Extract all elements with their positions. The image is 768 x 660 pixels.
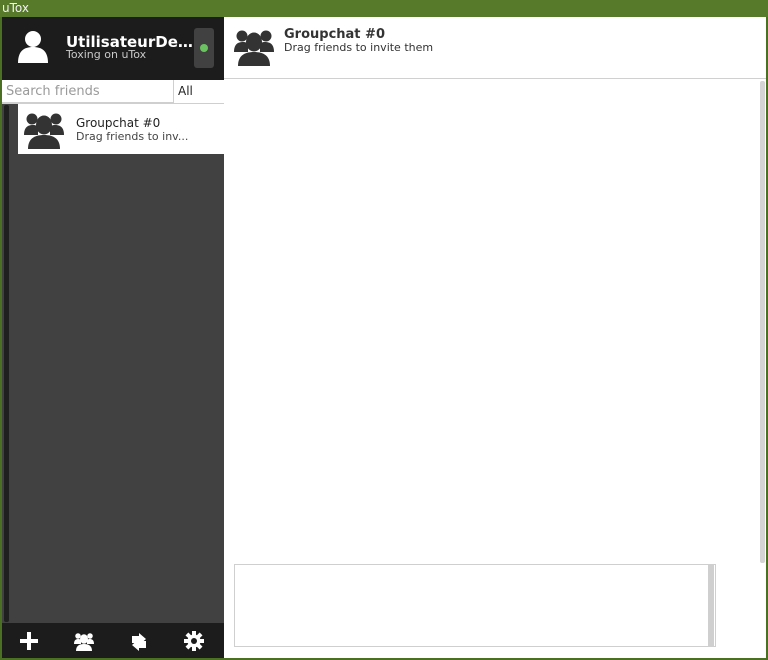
self-profile[interactable]: UtilisateurDeT... Toxing on uTox — [2, 17, 224, 83]
message-scrollbar[interactable] — [760, 81, 765, 563]
friend-list-scrollbar[interactable] — [4, 105, 9, 622]
sidebar: UtilisateurDeT... Toxing on uTox All Gro… — [2, 17, 224, 658]
group-icon — [74, 633, 94, 651]
online-status-icon — [200, 44, 208, 52]
status-button[interactable] — [194, 28, 214, 68]
window-title: uTox — [2, 1, 29, 15]
message-input[interactable] — [234, 564, 716, 647]
message-area[interactable] — [224, 79, 760, 561]
group-icon — [234, 30, 274, 66]
friend-name: Groupchat #0 — [76, 116, 161, 130]
window-titlebar: uTox — [0, 0, 768, 17]
friend-status: Drag friends to inv... — [76, 130, 189, 143]
add-icon — [20, 632, 38, 650]
settings-icon — [184, 631, 204, 651]
friend-list-item-groupchat[interactable]: Groupchat #0 Drag friends to inv... — [18, 104, 224, 154]
search-bar: All — [2, 80, 224, 104]
group-icon — [24, 113, 64, 149]
utox-app: UtilisateurDeT... Toxing on uTox All Gro… — [2, 17, 766, 658]
transfers-button[interactable] — [112, 623, 167, 658]
search-input[interactable] — [2, 80, 174, 103]
chat-title[interactable]: Groupchat #0 — [284, 27, 385, 42]
filter-dropdown[interactable]: All — [174, 80, 224, 103]
add-friend-button[interactable] — [2, 623, 57, 658]
chat-header: Groupchat #0 Drag friends to invite them — [224, 17, 766, 79]
self-status-message[interactable]: Toxing on uTox — [66, 48, 146, 61]
chat-subtitle[interactable]: Drag friends to invite them — [284, 41, 433, 54]
user-avatar-icon — [18, 31, 48, 63]
transfer-icon — [132, 633, 146, 651]
sidebar-toolbar — [2, 623, 224, 658]
settings-button[interactable] — [167, 623, 222, 658]
create-groupchat-button[interactable] — [57, 623, 112, 658]
chat-panel: Groupchat #0 Drag friends to invite them — [224, 17, 766, 658]
compose-scrollbar[interactable] — [708, 565, 714, 646]
